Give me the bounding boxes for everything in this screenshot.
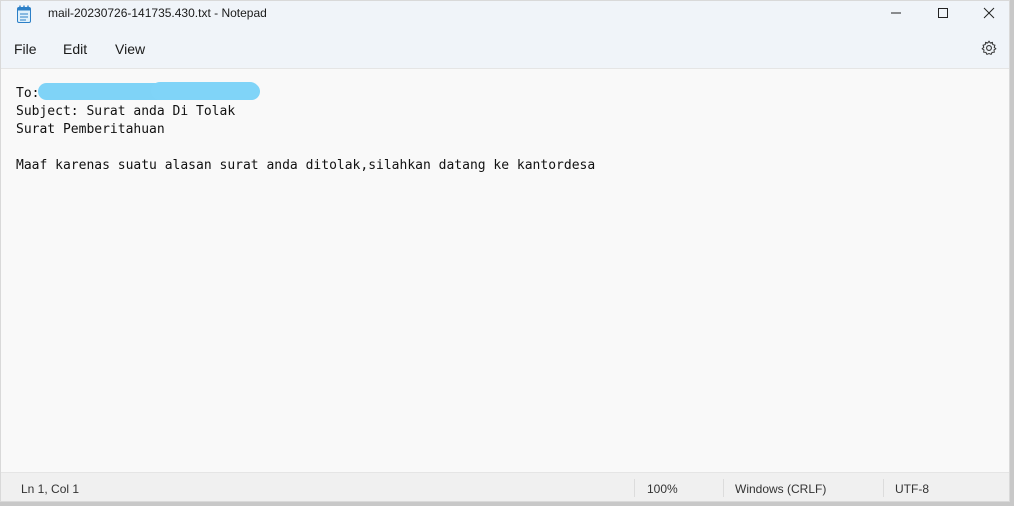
settings-icon[interactable] [981,40,997,56]
notepad-window: mail-20230726-141735.430.txt - Notepad F… [0,0,1010,502]
window-title: mail-20230726-141735.430.txt - Notepad [48,6,267,20]
zoom-level: 100% [647,482,678,496]
text-editor[interactable]: To: Subject: Surat anda Di Tolak Surat P… [1,69,1009,472]
line-ending: Windows (CRLF) [735,482,827,496]
close-icon [983,6,995,24]
menu-file[interactable]: File [14,41,37,57]
menu-bar: File Edit View [1,28,1009,69]
close-button[interactable] [966,1,1009,28]
cursor-position: Ln 1, Col 1 [21,482,80,496]
text-line: Surat Pemberitahuan [16,122,165,137]
notepad-icon [16,5,32,23]
title-bar[interactable]: mail-20230726-141735.430.txt - Notepad [1,1,1009,28]
to-line: To: [16,86,40,101]
body-line: Maaf karenas suatu alasan surat anda dit… [16,158,596,173]
encoding: UTF-8 [895,482,929,496]
menu-edit[interactable]: Edit [63,41,87,57]
subject-line: Subject: Surat anda Di Tolak [16,104,236,119]
status-divider [723,479,724,497]
menu-view[interactable]: View [115,41,145,57]
status-bar: Ln 1, Col 1 100% Windows (CRLF) UTF-8 [1,472,1009,501]
status-divider [634,479,635,497]
redaction-mark [151,82,259,100]
status-divider [883,479,884,497]
maximize-button[interactable] [920,1,966,28]
maximize-icon [937,6,949,24]
minimize-button[interactable] [873,1,919,28]
minimize-icon [890,6,902,24]
